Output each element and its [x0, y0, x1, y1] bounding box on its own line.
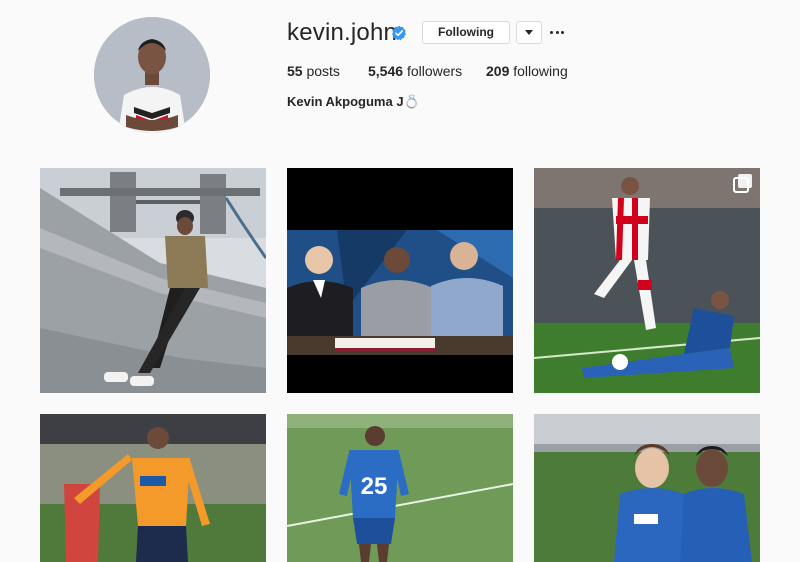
following-button[interactable]: Following: [422, 21, 510, 44]
suggestions-dropdown-button[interactable]: [516, 21, 542, 44]
verified-badge-icon: [392, 25, 406, 41]
post-thumbnail-1[interactable]: [40, 168, 266, 393]
post-thumbnail-6[interactable]: [534, 414, 760, 562]
post-thumbnail-3[interactable]: [534, 168, 760, 393]
caret-down-icon: [525, 30, 533, 35]
followers-link[interactable]: 5,546 followers: [368, 63, 462, 79]
post-thumbnail-5[interactable]: 25: [287, 414, 513, 562]
profile-username: kevin.john: [287, 19, 398, 46]
profile-full-name: Kevin Akpoguma J💍: [287, 94, 420, 109]
profile-avatar[interactable]: [94, 17, 210, 133]
more-options-icon[interactable]: [550, 24, 564, 40]
posts-count: 55 posts: [287, 63, 340, 79]
post-thumbnail-2[interactable]: [287, 168, 513, 393]
following-link[interactable]: 209 following: [486, 63, 568, 79]
post-thumbnail-4[interactable]: [40, 414, 266, 562]
multi-photo-icon: [734, 174, 752, 192]
svg-text:25: 25: [361, 473, 388, 500]
